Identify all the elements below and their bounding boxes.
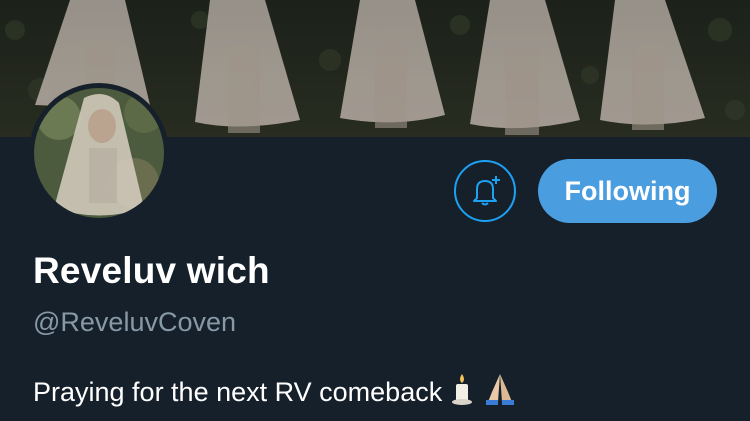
display-name: Reveluv wich <box>33 250 270 291</box>
bell-plus-icon <box>473 176 500 206</box>
following-button[interactable]: Following <box>538 159 717 223</box>
bio-text: Praying for the next RV comeback <box>33 377 443 407</box>
user-handle: @ReveluvCoven <box>33 307 237 337</box>
avatar-image <box>34 88 164 218</box>
profile-avatar[interactable] <box>29 83 169 223</box>
notifications-bell-button[interactable] <box>454 160 516 222</box>
following-button-label: Following <box>564 175 691 206</box>
candle-emoji-icon <box>450 372 474 413</box>
profile-bio: Praying for the next RV comeback <box>33 372 518 413</box>
folded-hands-emoji-icon <box>482 372 518 413</box>
